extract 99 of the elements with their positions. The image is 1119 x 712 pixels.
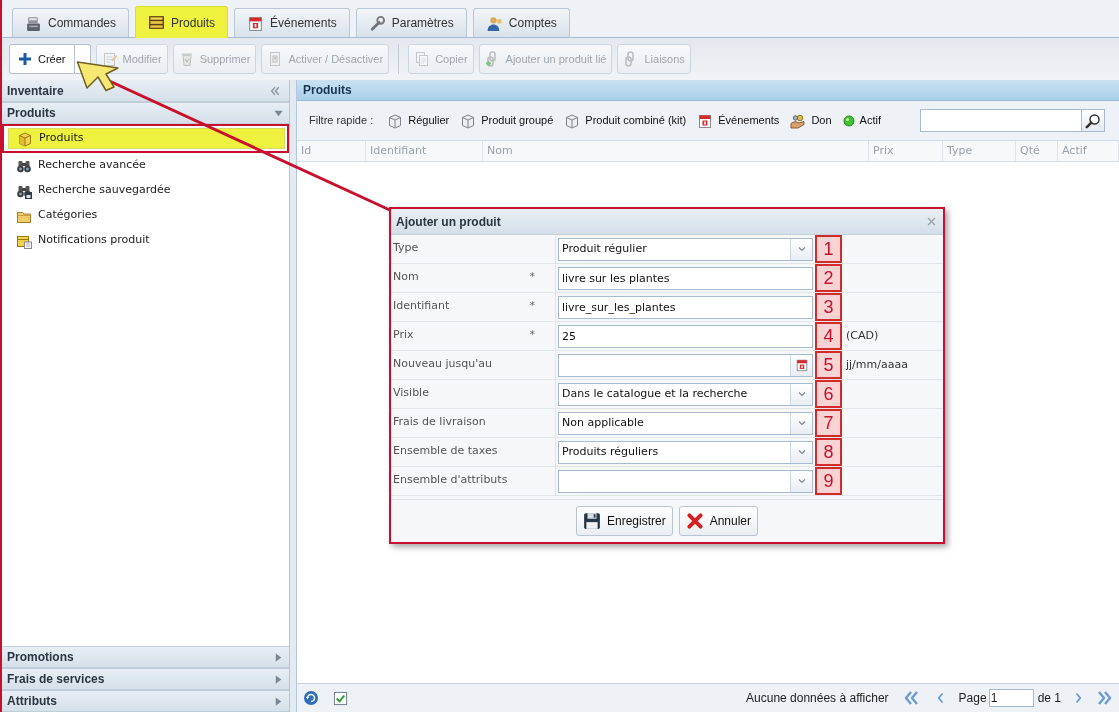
field-label: Frais de livraison	[393, 414, 486, 430]
field-label: Ensemble de taxes	[393, 443, 498, 459]
field-hint: (CAD)	[846, 327, 879, 344]
cube-icon	[564, 112, 581, 129]
calendar-icon	[794, 358, 809, 372]
required-mark: *	[529, 298, 535, 314]
page-input[interactable]: 1	[988, 689, 1034, 707]
checkbox-icon[interactable]	[333, 690, 348, 706]
triangle-right-icon	[273, 695, 284, 707]
page-label: Page	[958, 690, 987, 707]
date-field[interactable]	[558, 353, 813, 377]
step-badge: 5	[815, 351, 842, 379]
dropdown-button[interactable]	[790, 238, 812, 260]
pager-message: Aucune données à afficher	[746, 690, 889, 707]
dropdown-button[interactable]	[790, 441, 812, 463]
search-button[interactable]	[1082, 109, 1105, 132]
filter-option[interactable]: Actif	[842, 112, 881, 129]
field-hint: jj/mm/aaaa	[846, 356, 908, 373]
cancel-button[interactable]: Annuler	[678, 506, 759, 536]
cube-icon	[387, 112, 404, 129]
dropdown-button[interactable]	[790, 470, 812, 492]
cash-register-icon	[25, 14, 42, 32]
panel-title: Produits	[297, 80, 1119, 101]
field-label: Identifiant	[393, 298, 450, 314]
close-icon[interactable]	[926, 216, 937, 227]
tab[interactable]: Comptes	[472, 8, 570, 37]
dialog-title: Ajouter un produit	[396, 213, 501, 231]
calendar-icon	[697, 112, 714, 129]
step-badge: 1	[815, 235, 842, 263]
filter-option[interactable]: Produit combiné (kit)	[564, 112, 687, 129]
required-mark: *	[529, 269, 535, 285]
copy-icon	[414, 51, 431, 67]
refresh-icon[interactable]	[303, 690, 319, 706]
save-button[interactable]: Enregistrer	[575, 506, 673, 536]
create-button[interactable]: Créer	[9, 44, 75, 74]
first-page-icon[interactable]	[902, 690, 919, 706]
section-header[interactable]: Attributs	[2, 690, 289, 712]
sidebar-item[interactable]: Produits	[8, 128, 285, 149]
select-field[interactable]: Produits réguliers	[558, 440, 813, 464]
search-field[interactable]	[920, 109, 1082, 132]
search-icon	[1085, 112, 1101, 129]
tab[interactable]: Commandes	[12, 8, 130, 37]
status-dot-icon	[842, 114, 855, 127]
select-field[interactable]: Produit régulier	[558, 237, 813, 261]
page-total: de 1	[1037, 690, 1061, 707]
sidebar-item[interactable]: Notifications produit	[2, 228, 289, 253]
section-header[interactable]: Frais de services	[2, 668, 289, 690]
sidebar-item[interactable]: Catégories	[2, 203, 289, 228]
dropdown-button[interactable]	[790, 383, 812, 405]
required-mark: *	[529, 327, 535, 343]
triangle-right-icon	[273, 673, 284, 685]
filter-option[interactable]: Don	[790, 112, 832, 129]
filter-label: Filtre rapide :	[309, 113, 374, 129]
step-badge: 8	[815, 438, 842, 466]
section-header[interactable]: Promotions	[2, 646, 289, 668]
field-label: Ensemble d'attributs	[393, 472, 508, 488]
hand-coins-icon	[790, 112, 807, 129]
filter-option[interactable]: Événements	[697, 112, 780, 129]
field-label: Prix	[393, 327, 414, 343]
section-header[interactable]: Produits	[2, 102, 289, 124]
wrench-icon	[368, 14, 386, 32]
pointer-arrow-icon	[76, 58, 120, 92]
calendar-button[interactable]	[790, 354, 812, 376]
cube-icon	[460, 112, 477, 129]
field-label: Visible	[393, 385, 429, 401]
calendar-icon	[247, 14, 265, 32]
filter-option[interactable]: Produit groupé	[460, 112, 554, 129]
text-field[interactable]: livre_sur_les_plantes	[558, 295, 813, 319]
tab[interactable]: Événements	[234, 8, 350, 37]
panel-title: Inventaire	[7, 82, 64, 100]
filter-option[interactable]: Régulier	[387, 112, 450, 129]
collapse-icon[interactable]	[269, 84, 281, 97]
step-badge: 3	[815, 293, 842, 321]
step-badge: 9	[815, 467, 842, 495]
dropdown-button[interactable]	[790, 412, 812, 434]
plus-icon	[17, 51, 33, 67]
tab[interactable]: Produits	[135, 6, 229, 38]
field-label: Nouveau jusqu'au	[393, 356, 492, 372]
field-label: Nom	[393, 269, 419, 285]
select-field[interactable]: Dans le catalogue et la recherche	[558, 382, 813, 406]
step-badge: 2	[815, 264, 842, 292]
notepad-icon	[101, 51, 118, 67]
text-field[interactable]: livre sur les plantes	[558, 266, 813, 290]
triangle-right-icon	[273, 651, 284, 663]
step-badge: 6	[815, 380, 842, 408]
field-label: Type	[393, 240, 419, 256]
sidebar-item[interactable]: Recherche avancée	[2, 153, 289, 178]
cube-icon	[17, 130, 33, 147]
step-badge: 7	[815, 409, 842, 437]
text-field[interactable]: 25	[558, 324, 813, 348]
user-icon	[485, 14, 503, 32]
select-field[interactable]: Non applicable	[558, 411, 813, 435]
step-badge: 4	[815, 322, 842, 350]
sidebar-item[interactable]: Recherche sauvegardée	[2, 178, 289, 203]
cross-icon	[685, 512, 704, 530]
last-page-icon[interactable]	[1097, 690, 1113, 706]
select-field[interactable]	[558, 469, 813, 493]
tab[interactable]: Paramètres	[355, 8, 467, 37]
crate-icon	[148, 14, 166, 31]
